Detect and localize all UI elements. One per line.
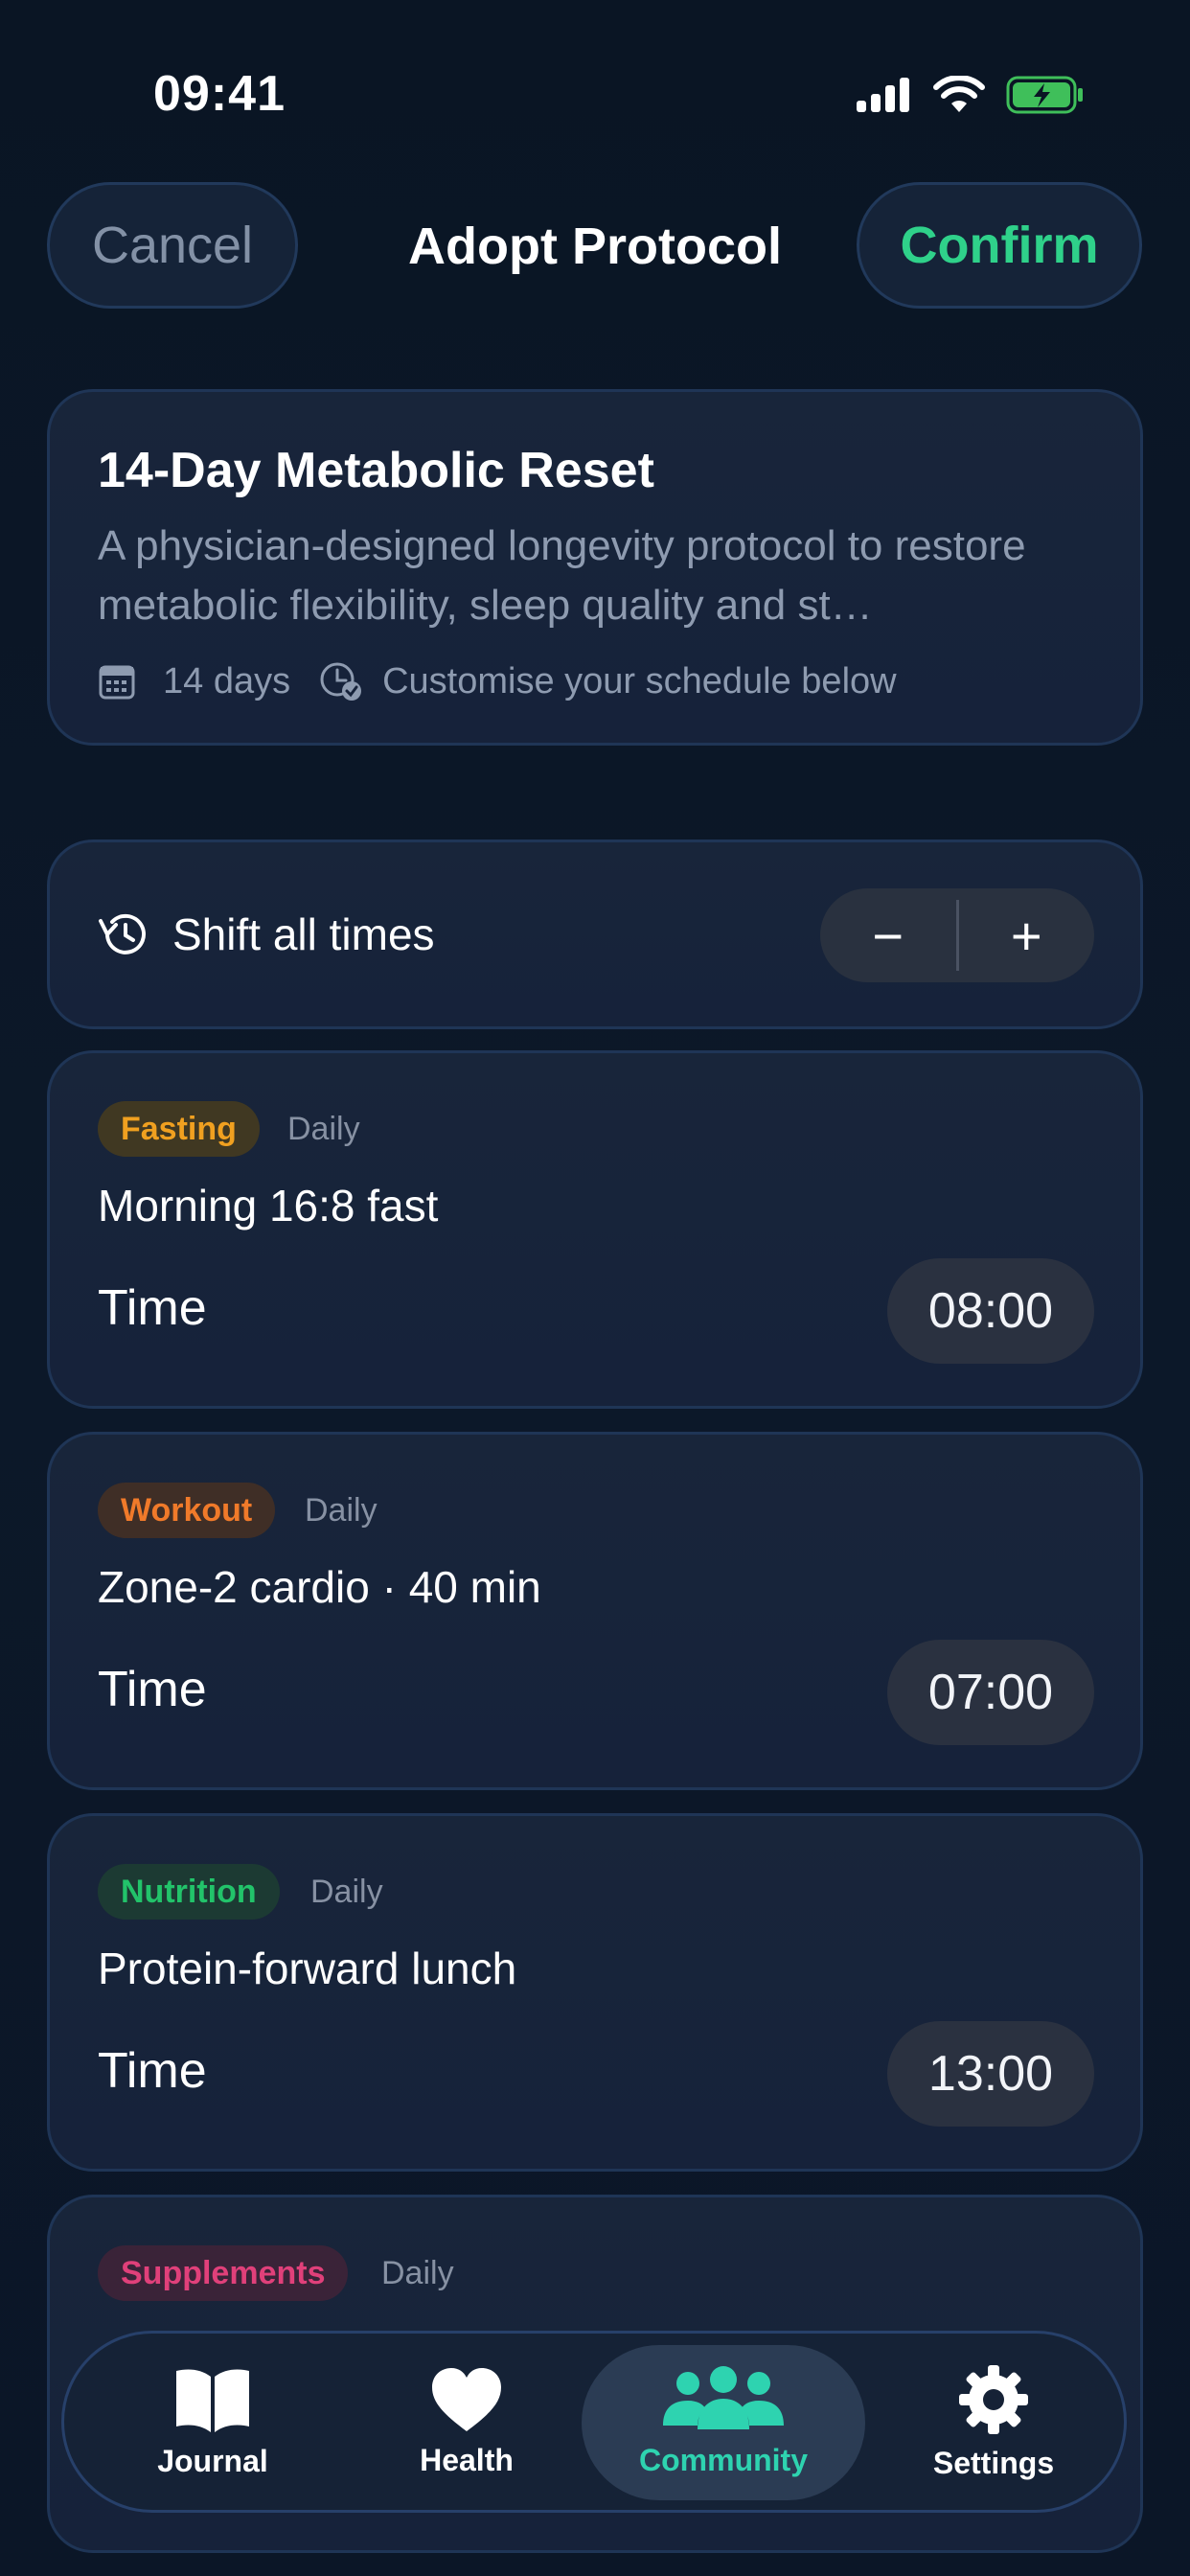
time-picker[interactable]: 08:00: [887, 1258, 1094, 1364]
time-label: Time: [98, 1280, 207, 1336]
tab-journal[interactable]: Journal: [131, 2334, 294, 2510]
time-picker[interactable]: 07:00: [887, 1640, 1094, 1745]
item-title: Protein-forward lunch: [98, 1944, 517, 1993]
decrease-button[interactable]: −: [820, 888, 956, 982]
schedule-item-workout: Workout Daily Zone-2 cardio · 40 min Tim…: [47, 1432, 1143, 1790]
battery-icon: [1006, 76, 1083, 114]
protocol-title: 14-Day Metabolic Reset: [98, 443, 654, 498]
calendar-icon: [99, 665, 135, 700]
tab-community[interactable]: Community: [582, 2334, 865, 2510]
tab-label: Community: [639, 2442, 808, 2477]
people-icon: [663, 2365, 784, 2429]
increase-button[interactable]: +: [959, 888, 1095, 982]
frequency-label: Daily: [287, 1111, 360, 1147]
tab-bar: Journal Health Community Settings: [61, 2331, 1127, 2513]
tab-label: Health: [420, 2442, 514, 2477]
schedule-item-fasting: Fasting Daily Morning 16:8 fast Time 08:…: [47, 1050, 1143, 1409]
protocol-duration: 14 days: [163, 660, 291, 702]
minus-icon: −: [872, 905, 904, 966]
status-icons: [855, 75, 1085, 115]
heart-icon: [432, 2367, 501, 2431]
protocol-hint: Customise your schedule below: [382, 660, 897, 702]
time-shift-icon: [99, 913, 146, 954]
category-badge: Supplements: [98, 2245, 349, 2301]
frequency-label: Daily: [305, 1492, 378, 1529]
shift-row: Shift all times: [96, 842, 435, 1026]
category-badge: Nutrition: [98, 1864, 280, 1920]
clock-check-icon: [320, 662, 362, 701]
time-label: Time: [98, 1662, 207, 1717]
schedule-item-nutrition: Nutrition Daily Protein-forward lunch Ti…: [47, 1813, 1143, 2172]
time-label: Time: [98, 2043, 207, 2099]
tab-health[interactable]: Health: [390, 2334, 543, 2510]
shift-label: Shift all times: [172, 909, 435, 959]
category-badge: Workout: [98, 1483, 276, 1538]
protocol-card: 14-Day Metabolic Reset A physician-desig…: [47, 389, 1143, 746]
status-time: 09:41: [153, 66, 286, 122]
category-badge: Fasting: [98, 1101, 260, 1157]
protocol-meta: 14 days Customise your schedule below: [98, 660, 897, 702]
shift-times-card: Shift all times − +: [47, 840, 1143, 1029]
item-title: Zone-2 cardio · 40 min: [98, 1562, 541, 1612]
item-title: Morning 16:8 fast: [98, 1181, 439, 1230]
wifi-icon: [933, 76, 985, 112]
frequency-label: Daily: [310, 1874, 383, 1910]
time-picker[interactable]: 13:00: [887, 2021, 1094, 2127]
gear-icon: [959, 2364, 1028, 2434]
shift-stepper: − +: [820, 888, 1094, 982]
protocol-description: A physician-designed longevity protocol …: [98, 522, 1026, 629]
book-icon: [176, 2368, 249, 2432]
tab-label: Journal: [157, 2443, 268, 2478]
signal-icon: [857, 78, 909, 112]
frequency-label: Daily: [381, 2255, 454, 2291]
confirm-button[interactable]: Confirm: [857, 182, 1142, 309]
tab-label: Settings: [932, 2445, 1055, 2480]
tab-settings[interactable]: Settings: [907, 2334, 1080, 2510]
plus-icon: +: [1010, 905, 1042, 966]
